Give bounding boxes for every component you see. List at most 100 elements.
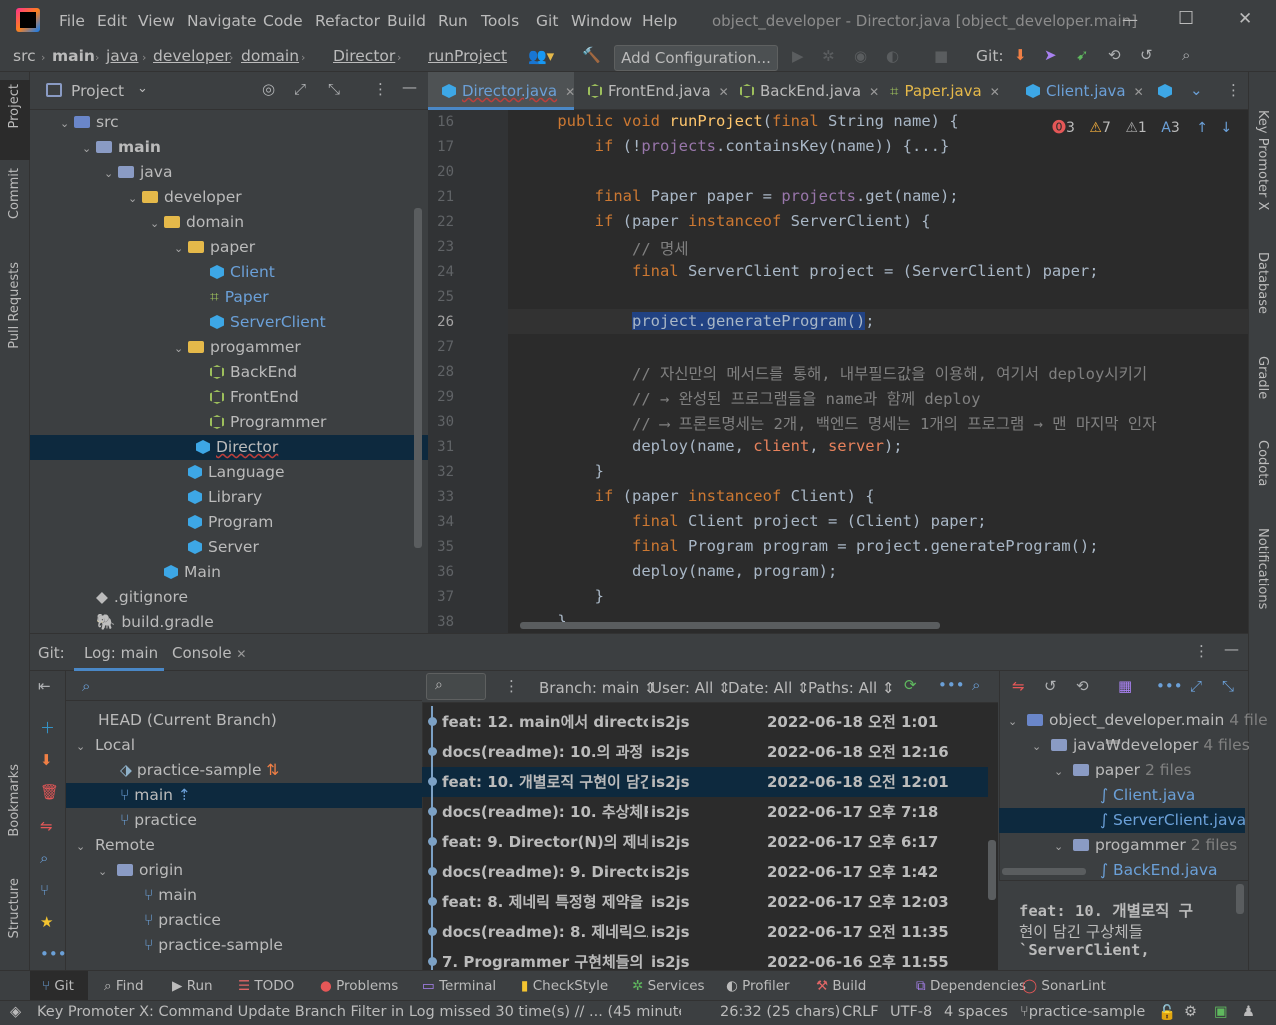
- commit-row[interactable]: docs(readme): 8. 제네릭으로 ㅈis2js 2022-06-17 …: [422, 917, 988, 947]
- git-options-icon[interactable]: ⋮: [1194, 642, 1209, 660]
- changes-progammer-folder[interactable]: ⌄ progammer 2 files: [1054, 833, 1237, 858]
- code-line[interactable]: deploy(name, client, server);: [520, 437, 903, 455]
- changed-file-client[interactable]: ∫ Client.java: [1100, 783, 1195, 808]
- indent-setting[interactable]: 4 spaces: [944, 1004, 1008, 1020]
- close-tab-icon[interactable]: ✕: [236, 647, 246, 661]
- tab-paper[interactable]: ⌗ Paper.java ✕: [876, 72, 1024, 110]
- search-icon[interactable]: ⌕: [972, 676, 980, 694]
- expand-all-icon[interactable]: ⤢: [1190, 677, 1202, 695]
- toolwindow-run[interactable]: ▶ Run: [172, 978, 213, 994]
- details-scrollbar[interactable]: [1236, 884, 1244, 914]
- collapse-all-icon[interactable]: ⤡: [1222, 677, 1234, 695]
- menu-refactor[interactable]: Refactor: [315, 12, 380, 30]
- editor-options-icon[interactable]: ⋮: [1226, 81, 1241, 99]
- gradle-tool-tab[interactable]: Gradle: [1255, 356, 1270, 399]
- toolwindow-services[interactable]: ✲ Services: [632, 978, 705, 994]
- tree-node-frontend[interactable]: FrontEnd: [196, 385, 299, 410]
- chevron-down-icon[interactable]: ⌄: [104, 161, 118, 186]
- code-line[interactable]: public void runProject(final String name…: [520, 112, 958, 130]
- code-line[interactable]: }: [520, 462, 604, 480]
- tree-node-programmer[interactable]: Programmer: [196, 410, 326, 435]
- head-branch[interactable]: HEAD (Current Branch): [98, 708, 277, 733]
- chevron-down-icon[interactable]: ⌄: [174, 336, 188, 361]
- locate-file-icon[interactable]: ◎: [262, 80, 275, 98]
- chevron-down-icon[interactable]: ⌄: [128, 186, 142, 211]
- toolwindow-find[interactable]: ⌕ Find: [104, 978, 144, 994]
- code-line[interactable]: if (!projects.containsKey(name)) {...}: [520, 137, 950, 155]
- options-icon[interactable]: ⋮: [373, 80, 388, 98]
- code-line[interactable]: final Paper paper = projects.get(name);: [520, 187, 959, 205]
- changes-paper-folder[interactable]: ⌄ paper 2 files: [1054, 758, 1191, 783]
- breadcrumb-domain[interactable]: domain: [241, 47, 299, 65]
- log-search-field[interactable]: ⌕: [426, 673, 486, 700]
- chevron-down-icon[interactable]: ⌄: [150, 211, 164, 236]
- close-tab-icon[interactable]: ✕: [990, 85, 1000, 99]
- tree-node-server[interactable]: Server: [174, 535, 259, 560]
- breadcrumb-developer[interactable]: developer: [153, 47, 231, 65]
- tree-node-java[interactable]: ⌄ java: [104, 160, 172, 185]
- tree-node-backend[interactable]: BackEnd: [196, 360, 297, 385]
- inspection-widget[interactable]: ⓿3 ⚠7 ⚠1 A3 ↑ ↓: [1052, 117, 1232, 137]
- more-options-icon[interactable]: •••: [938, 676, 965, 694]
- tree-node-director[interactable]: Director: [30, 435, 428, 460]
- code-line[interactable]: project.generateProgram();: [520, 312, 875, 330]
- notifications-tool-tab[interactable]: Notifications: [1255, 528, 1270, 609]
- search-branch-icon[interactable]: ⌕: [40, 849, 48, 867]
- branch-practice[interactable]: ⑂ practice: [120, 808, 197, 833]
- hide-git-panel-icon[interactable]: —: [1224, 640, 1239, 658]
- editor-horizontal-scrollbar[interactable]: [520, 622, 940, 629]
- tree-node-paper[interactable]: ⌗ Paper: [196, 285, 269, 310]
- branch-graph-icon[interactable]: ⑂: [40, 881, 49, 899]
- diff-icon[interactable]: ⇋: [1012, 677, 1025, 695]
- toolwindow-terminal[interactable]: ▭ Terminal: [422, 978, 496, 994]
- git-commit-icon[interactable]: ➤: [1044, 46, 1057, 64]
- branch-search-field[interactable]: ⌕: [66, 673, 422, 701]
- tree-node-src[interactable]: ⌄ src: [60, 110, 119, 135]
- hammer-icon[interactable]: 🔨: [582, 46, 601, 64]
- profile-icon[interactable]: ◐: [886, 47, 899, 65]
- search-everywhere-icon[interactable]: ⌕: [1182, 46, 1190, 64]
- tree-node-client[interactable]: Client: [196, 260, 275, 285]
- git-push-icon[interactable]: ➹: [1076, 46, 1089, 64]
- new-branch-icon[interactable]: ＋: [40, 717, 55, 738]
- hide-panel-icon[interactable]: —: [402, 78, 417, 96]
- menu-view[interactable]: View: [138, 12, 175, 30]
- menu-git[interactable]: Git: [536, 12, 558, 30]
- caret-position[interactable]: 26:32 (25 chars): [720, 1004, 840, 1020]
- remote-branch-practice[interactable]: ⑂ practice: [144, 908, 221, 933]
- tree-node-paper[interactable]: ⌄ paper: [174, 235, 255, 260]
- tree-node-progammer[interactable]: ⌄ progammer: [174, 335, 301, 360]
- refresh-icon[interactable]: ⟳: [904, 676, 917, 694]
- tree-node--gitignore[interactable]: ◆ .gitignore: [82, 585, 188, 610]
- code-line[interactable]: final ServerClient project = (ServerClie…: [520, 262, 1099, 280]
- menu-tools[interactable]: Tools: [481, 12, 519, 30]
- local-branches-group[interactable]: ⌄ Local: [76, 733, 135, 758]
- maximize-button[interactable]: ☐: [1178, 8, 1194, 29]
- more-icon[interactable]: •••: [1156, 677, 1183, 695]
- git-branch-widget[interactable]: ⑂practice-sample: [1020, 1004, 1145, 1020]
- codota-tool-tab[interactable]: Codota: [1255, 440, 1270, 486]
- chevron-down-icon[interactable]: ⌄: [174, 236, 188, 261]
- project-tree-scrollbar[interactable]: [414, 208, 422, 548]
- commit-row[interactable]: docs(readme): 10.의 과정 총평is2js 2022-06-18 …: [422, 737, 988, 767]
- origin-group[interactable]: ⌄ origin: [98, 858, 183, 883]
- date-filter[interactable]: Date: All ⇕: [728, 679, 810, 697]
- tree-node-main[interactable]: ⌄ main: [82, 135, 161, 160]
- menu-edit[interactable]: Edit: [97, 12, 127, 30]
- pull-requests-tool-tab[interactable]: Pull Requests: [7, 262, 22, 349]
- commit-row[interactable]: feat: 10. 개별로직 구현이 담긴 is2js 2022-06-18 오전 …: [422, 767, 988, 797]
- lock-icon[interactable]: 🔓: [1158, 1004, 1176, 1021]
- changed-file-serverclient[interactable]: ∫ ServerClient.java: [999, 808, 1246, 833]
- remote-branch-practice-sample[interactable]: ⑂ practice-sample: [144, 933, 283, 958]
- breadcrumb-src[interactable]: src: [13, 47, 36, 65]
- toolwindow-sonarlint[interactable]: ◯ SonarLint: [1022, 978, 1106, 994]
- toolwindow-build[interactable]: ⚒ Build: [816, 978, 866, 994]
- paths-filter[interactable]: Paths: All ⇕: [808, 679, 895, 697]
- line-separator[interactable]: CRLF: [842, 1004, 879, 1020]
- tab-backend[interactable]: BackEnd.java ✕: [726, 72, 879, 110]
- coverage-icon[interactable]: ◉: [854, 47, 867, 65]
- tree-node-developer[interactable]: ⌄ developer: [128, 185, 242, 210]
- tree-node-main[interactable]: Main: [150, 560, 221, 585]
- commit-row[interactable]: docs(readme): 10. 추상체Paperis2js 2022-06-1…: [422, 797, 988, 827]
- code-line[interactable]: final Program program = project.generate…: [520, 537, 1099, 555]
